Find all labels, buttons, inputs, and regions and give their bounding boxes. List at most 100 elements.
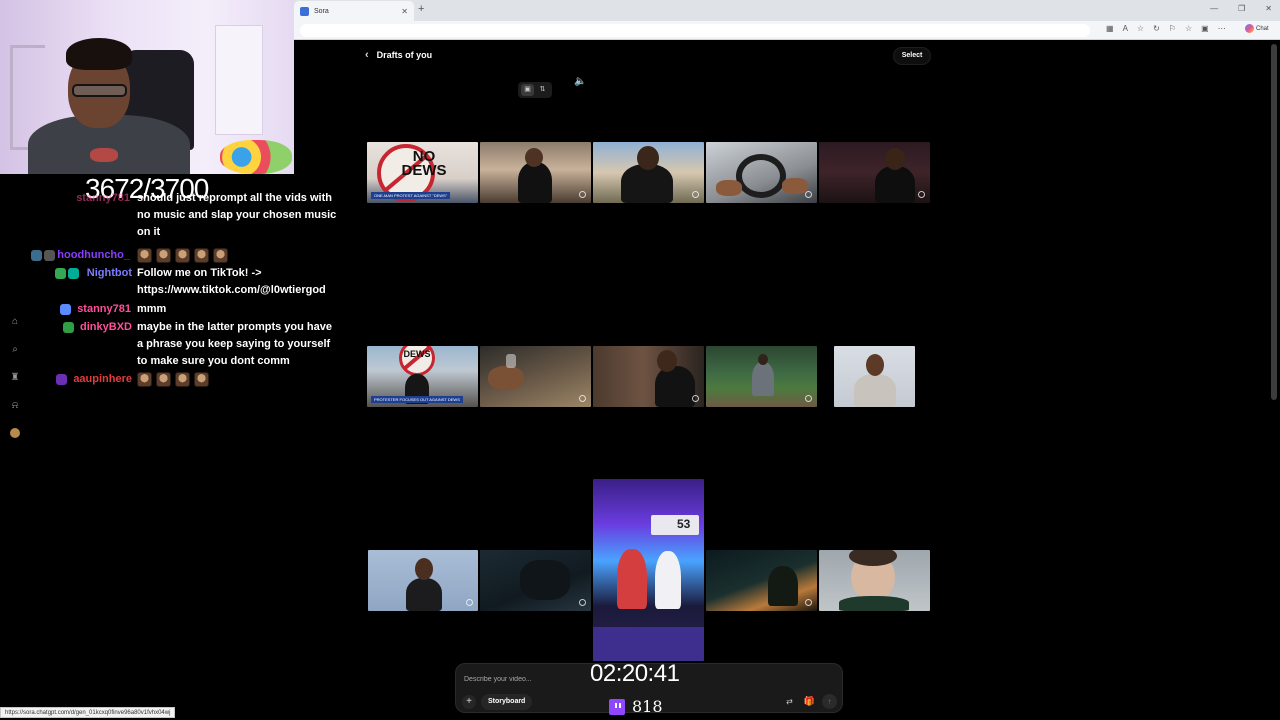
twitch-icon xyxy=(609,698,625,715)
select-button[interactable]: Select xyxy=(893,47,931,65)
draft-thumbnail[interactable] xyxy=(819,142,930,203)
watermark-icon xyxy=(579,395,586,402)
moderator-badge-icon xyxy=(55,268,66,279)
draft-thumbnail-selected[interactable]: 53 xyxy=(593,479,704,661)
status-bar-url: https://sora.chatgpt.com/d/gen_01kcxq0fi… xyxy=(0,707,176,718)
emote-icon xyxy=(175,248,190,263)
webcam-overlay xyxy=(0,0,294,174)
grid-view-icon[interactable]: ▣ xyxy=(521,84,534,96)
watermark-icon xyxy=(805,191,812,198)
chat-username: hoodhuncho_ xyxy=(57,249,130,261)
watermark-icon xyxy=(692,395,699,402)
profile-avatar[interactable] xyxy=(10,428,20,438)
read-aloud-icon[interactable]: A xyxy=(1123,24,1128,33)
tab-title: Sora xyxy=(314,7,329,15)
prompt-input[interactable] xyxy=(464,672,584,686)
chat-username: stanny781 xyxy=(77,303,131,315)
list-view-icon[interactable]: ⇅ xyxy=(536,84,549,96)
chat-badge-icon xyxy=(31,250,42,261)
gift-icon[interactable]: 🎁 xyxy=(802,694,817,709)
chat-text: Follow me on TikTok! -> https://www.tikt… xyxy=(137,267,326,296)
emote-icon xyxy=(137,372,152,387)
chat-username: Nightbot xyxy=(86,267,132,279)
more-icon[interactable]: ⋯ xyxy=(1218,24,1226,33)
back-button[interactable]: ‹ Drafts of you xyxy=(365,49,432,61)
chevron-left-icon: ‹ xyxy=(365,49,369,61)
score-text: 53 xyxy=(677,517,691,531)
chat-message: stanny781 mmm xyxy=(0,301,340,318)
chat-username: dinkyBXD xyxy=(80,321,132,333)
draft-thumbnail[interactable] xyxy=(480,550,591,611)
minimize-icon[interactable]: — xyxy=(1210,4,1218,13)
draft-thumbnail[interactable] xyxy=(834,346,915,407)
emote-icon xyxy=(194,372,209,387)
news-ticker: PROTESTER FOCUSES OUT AGAINST DEWS xyxy=(371,396,463,403)
draft-thumbnail[interactable] xyxy=(819,550,930,611)
chat-username: stanny781 xyxy=(76,192,130,204)
chat-text: should just reprompt all the vids with n… xyxy=(137,192,337,238)
stream-timer: 02:20:41 xyxy=(590,660,680,687)
storyboard-button[interactable]: Storyboard xyxy=(481,694,533,710)
chat-message: stanny781 should just reprompt all the v… xyxy=(0,192,340,250)
watermark-icon xyxy=(692,191,699,198)
speaker-icon[interactable]: 🔈 xyxy=(574,76,586,87)
sign-text: DEWS xyxy=(403,349,431,359)
view-toggle[interactable]: ▣ ⇅ xyxy=(518,82,552,98)
scrollbar[interactable] xyxy=(1271,44,1277,400)
submit-button[interactable]: ↑ xyxy=(822,694,837,709)
screen: Sora ✕ + — ❐ ✕ ▦ A ☆ ↻ ⚐ ☆ ▣ ⋯ Chat ‹ Dr… xyxy=(0,0,1280,720)
sora-favicon-icon xyxy=(300,6,309,16)
bot-badge-icon xyxy=(68,268,79,279)
emote-icon xyxy=(156,372,171,387)
favorite-icon[interactable]: ☆ xyxy=(1137,24,1144,33)
draft-thumbnail[interactable] xyxy=(480,346,591,407)
watermark-icon xyxy=(805,599,812,606)
chat-emotes xyxy=(137,371,337,387)
viewer-count-number: 818 xyxy=(632,697,663,716)
viewer-count: 818 xyxy=(609,697,663,716)
chat-badge-icon xyxy=(44,250,55,261)
tab-close-icon[interactable]: ✕ xyxy=(401,7,408,16)
watermark-icon xyxy=(918,191,925,198)
refresh-icon[interactable]: ↻ xyxy=(1153,24,1160,33)
restore-icon[interactable]: ❐ xyxy=(1238,4,1245,13)
url-field[interactable] xyxy=(300,24,1090,37)
copilot-chat-label: Chat xyxy=(1256,25,1269,32)
emote-icon xyxy=(156,248,171,263)
emote-icon xyxy=(175,372,190,387)
chat-message: dinkyBXD maybe in the latter prompts you… xyxy=(0,319,340,373)
draft-thumbnail[interactable] xyxy=(593,346,704,407)
bell-icon[interactable]: ⍾ xyxy=(9,398,21,414)
emote-icon xyxy=(213,248,228,263)
draft-thumbnail[interactable]: DEWS PROTESTER FOCUSES OUT AGAINST DEWS xyxy=(367,346,478,407)
chat-text: maybe in the latter prompts you have a p… xyxy=(137,321,332,367)
extensions-icon[interactable]: ⚐ xyxy=(1169,24,1176,33)
chat-emotes xyxy=(137,247,337,263)
emote-icon xyxy=(137,248,152,263)
collections-icon[interactable]: ▣ xyxy=(1201,24,1209,33)
draft-thumbnail[interactable] xyxy=(368,550,478,611)
draft-thumbnail[interactable] xyxy=(480,142,591,203)
browser-tab-sora[interactable]: Sora ✕ xyxy=(294,1,414,21)
draft-thumbnail[interactable] xyxy=(706,346,817,407)
apps-icon[interactable]: ▦ xyxy=(1106,24,1114,33)
browser-toolbar: ▦ A ☆ ↻ ⚐ ☆ ▣ ⋯ xyxy=(1106,24,1226,33)
close-window-icon[interactable]: ✕ xyxy=(1265,4,1272,13)
new-tab-button[interactable]: + xyxy=(418,3,424,15)
draft-thumbnail[interactable]: NO DEWS ONE-MAN PROTEST AGAINST "DEWS" xyxy=(367,142,478,203)
chat-text: mmm xyxy=(137,303,167,315)
settings-icon[interactable]: ⇄ xyxy=(782,694,797,709)
draft-thumbnail[interactable] xyxy=(706,142,817,203)
favorites-icon[interactable]: ☆ xyxy=(1185,24,1192,33)
copilot-icon xyxy=(1245,24,1254,33)
copilot-chat-button[interactable]: Chat xyxy=(1245,24,1269,33)
chat-message: Nightbot Follow me on TikTok! -> https:/… xyxy=(0,265,340,301)
watermark-icon xyxy=(579,599,586,606)
draft-thumbnail[interactable] xyxy=(706,550,817,611)
emote-icon xyxy=(194,248,209,263)
chat-badge-icon xyxy=(56,374,67,385)
draft-thumbnail[interactable] xyxy=(593,142,704,203)
chat-username: aaupinhere xyxy=(73,373,132,385)
chat-badge-icon xyxy=(63,322,74,333)
add-media-button[interactable]: + xyxy=(462,695,476,709)
